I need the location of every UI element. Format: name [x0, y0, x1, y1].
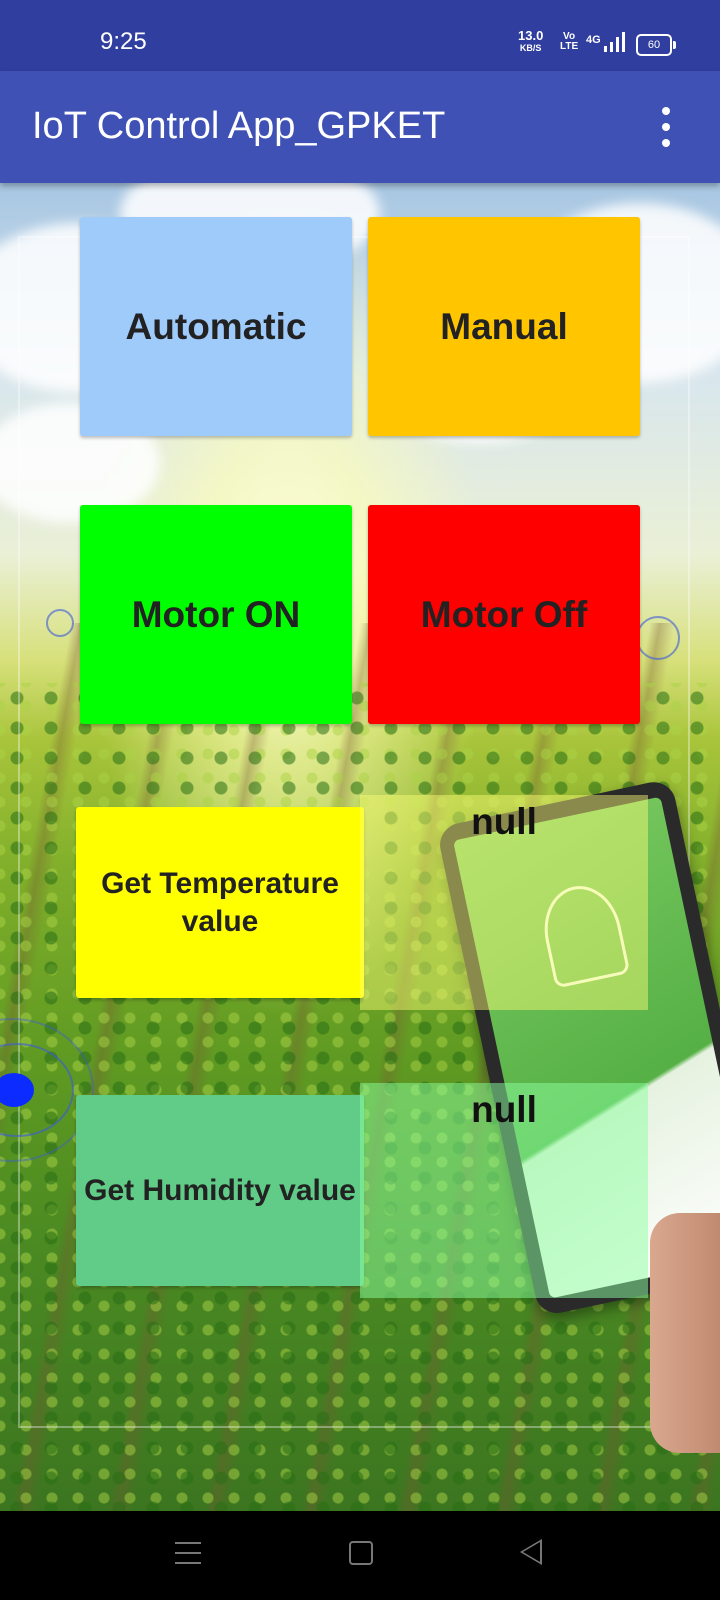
- status-bar: 9:25 13.0 KB/S Vo LTE 4G 60: [0, 0, 720, 71]
- network-type: 4G: [586, 34, 601, 46]
- volte-icon: Vo LTE: [560, 32, 578, 52]
- get-temperature-button[interactable]: Get Temperature value: [76, 807, 364, 998]
- status-time: 9:25: [100, 28, 147, 55]
- motor-off-button[interactable]: Motor Off: [368, 505, 640, 724]
- more-vert-icon[interactable]: [656, 107, 676, 147]
- system-nav-bar: [0, 1511, 720, 1600]
- app-bar: IoT Control App_GPKET: [0, 71, 720, 183]
- app-title: IoT Control App_GPKET: [32, 105, 446, 147]
- automatic-button[interactable]: Automatic: [80, 217, 352, 436]
- humidity-readout: null: [360, 1083, 648, 1298]
- temperature-value: null: [471, 801, 537, 842]
- square-icon[interactable]: [349, 1541, 373, 1565]
- humidity-value: null: [471, 1089, 537, 1130]
- get-humidity-button[interactable]: Get Humidity value: [76, 1095, 364, 1286]
- manual-button[interactable]: Manual: [368, 217, 640, 436]
- back-triangle-icon[interactable]: [520, 1539, 542, 1565]
- temperature-readout: null: [360, 795, 648, 1010]
- motor-on-button[interactable]: Motor ON: [80, 505, 352, 724]
- volte-bottom: LTE: [560, 41, 579, 52]
- signal-icon: [604, 32, 626, 52]
- network-speed: 13.0 KB/S: [518, 28, 544, 54]
- network-speed-unit: KB/S: [519, 43, 542, 53]
- battery-icon: 60: [636, 34, 676, 56]
- menu-icon[interactable]: [175, 1542, 201, 1564]
- network-speed-value: 13.0: [518, 28, 544, 43]
